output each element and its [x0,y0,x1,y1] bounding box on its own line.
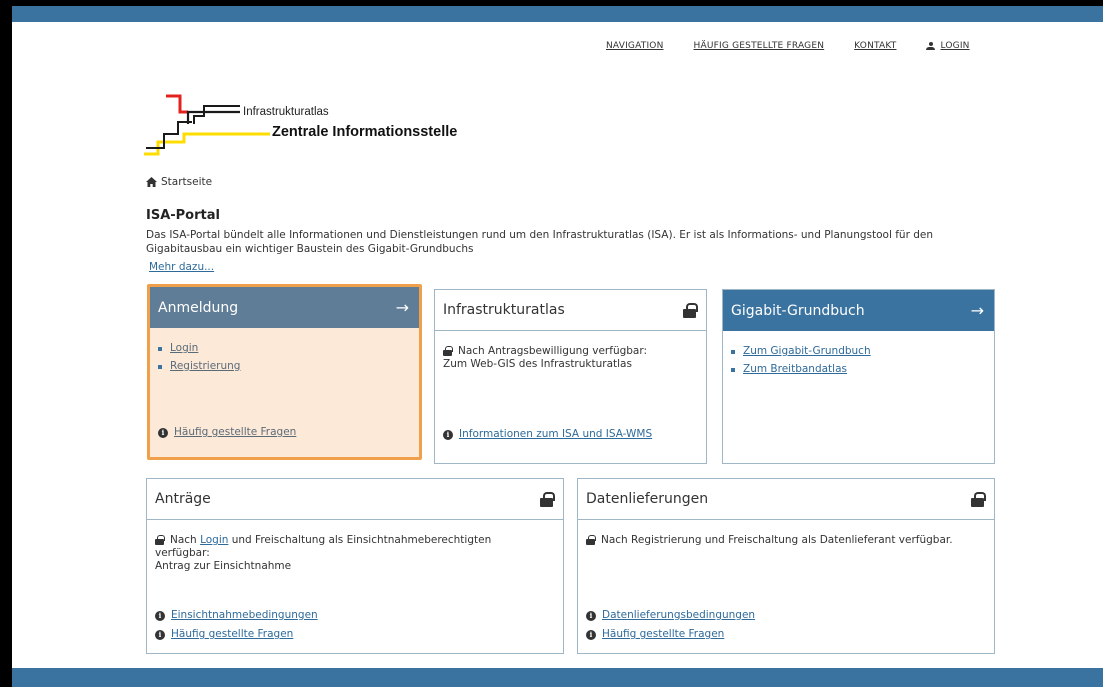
card-anmeldung[interactable]: Anmeldung → Login Registrierung i Häufig… [150,287,419,456]
info-icon: i [158,427,168,438]
list-item: Zum Gigabit-Grundbuch [731,345,986,358]
nav-contact-link[interactable]: KONTAKT [854,41,896,51]
daten-text-row: Nach Registrierung und Freischaltung als… [586,534,986,547]
bullet-icon [158,364,162,369]
card-antraege: Anträge Nach Login und Freischaltung als… [146,478,564,654]
antraege-text-line1: Nach Login und Freischaltung als Einsich… [155,534,555,547]
nav-navigation-link[interactable]: NAVIGATION [606,41,664,51]
card-isa-title: Infrastrukturatlas [443,302,565,318]
info-icon: i [586,629,596,640]
portal-description: Das ISA-Portal bündelt alle Informatione… [146,229,934,255]
daten-text: Nach Registrierung und Freischaltung als… [601,534,953,546]
card-daten-title: Datenlieferungen [586,491,709,507]
logo-subtitle: Infrastrukturatlas [243,106,329,118]
card-gigabit-grundbuch[interactable]: Gigabit-Grundbuch → Zum Gigabit-Grundbuc… [722,289,995,464]
anmeldung-links: Login Registrierung [158,342,411,373]
card-infrastrukturatlas: Infrastrukturatlas Nach Antragsbewilligu… [434,289,707,464]
nav-login-label: LOGIN [940,41,970,51]
card-gigabit-header[interactable]: Gigabit-Grundbuch → [723,290,994,331]
lock-icon [155,535,165,545]
isa-info-link[interactable]: Informationen zum ISA und ISA-WMS [459,428,652,441]
info-icon: i [155,629,165,640]
login-link[interactable]: Login [170,342,198,355]
list-item: Registrierung [158,360,411,373]
register-link[interactable]: Registrierung [170,360,240,373]
breitbandatlas-link[interactable]: Zum Breitbandatlas [743,363,847,376]
card-anmeldung-header[interactable]: Anmeldung → [150,287,419,328]
antraege-faq-link[interactable]: Häufig gestellte Fragen [171,628,293,641]
antraege-text-line2: verfügbar: [155,547,210,559]
portal-title: ISA-Portal [146,208,220,223]
lock-icon [971,491,986,507]
isa-availability-line2: Zum Web-GIS des Infrastrukturatlas [443,358,632,370]
user-icon [926,42,936,50]
einsichtnahme-conditions-link[interactable]: Einsichtnahmebedingungen [171,609,318,622]
card-antraege-header: Anträge [147,479,563,520]
site-logo[interactable]: Infrastrukturatlas Zentrale Informations… [144,94,474,156]
daten-conditions-row: i Datenlieferungsbedingungen [586,609,755,622]
nav-faq-link[interactable]: HÄUFIG GESTELLTE FRAGEN [694,41,825,51]
card-isa-header: Infrastrukturatlas [435,290,706,331]
card-antraege-body: Nach Login und Freischaltung als Einsich… [147,520,563,653]
antraege-faq-row: i Häufig gestellte Fragen [155,628,293,641]
info-icon: i [443,429,453,440]
daten-faq-row: i Häufig gestellte Fragen [586,628,724,641]
arrow-right-icon[interactable]: → [396,298,409,317]
more-link[interactable]: Mehr dazu... [149,261,214,273]
daten-faq-link[interactable]: Häufig gestellte Fragen [602,628,724,641]
lock-icon [683,302,698,318]
lock-icon [540,491,555,507]
info-icon: i [155,610,165,621]
page: NAVIGATION HÄUFIG GESTELLTE FRAGEN KONTA… [12,22,1103,668]
card-gigabit-body: Zum Gigabit-Grundbuch Zum Breitbandatlas [723,331,994,376]
card-antraege-title: Anträge [155,491,211,507]
bullet-icon [731,349,735,354]
datenlieferung-conditions-link[interactable]: Datenlieferungsbedingungen [602,609,755,622]
antraege-conditions-row: i Einsichtnahmebedingungen [155,609,318,622]
card-datenlieferungen: Datenlieferungen Nach Registrierung und … [577,478,995,654]
card-isa-body: Nach Antragsbewilligung verfügbar: Zum W… [435,331,706,463]
card-daten-body: Nach Registrierung und Freischaltung als… [578,520,994,653]
nav-login-link[interactable]: LOGIN [926,41,969,51]
top-bar [12,6,1103,22]
lock-icon [443,346,453,356]
card-anmeldung-title: Anmeldung [158,299,239,316]
bullet-icon [731,367,735,372]
list-item: Login [158,342,411,355]
card-gigabit-title: Gigabit-Grundbuch [731,302,865,319]
antraege-text-pre: Nach [170,534,201,546]
anmeldung-faq-row: i Häufig gestellte Fragen [158,426,296,439]
card-anmeldung-body: Login Registrierung i Häufig gestellte F… [150,328,419,456]
info-icon: i [586,610,596,621]
card-daten-header: Datenlieferungen [578,479,994,520]
antraege-login-link[interactable]: Login [200,534,228,546]
lock-icon [586,535,596,545]
gigabit-grundbuch-link[interactable]: Zum Gigabit-Grundbuch [743,345,871,358]
arrow-right-icon[interactable]: → [971,301,984,320]
bottom-bar [12,668,1103,687]
anmeldung-faq-link[interactable]: Häufig gestellte Fragen [174,426,296,439]
list-item: Zum Breitbandatlas [731,363,986,376]
antraege-text-line3: Antrag zur Einsichtnahme [155,560,292,572]
logo-title: Zentrale Informationsstelle [272,124,458,140]
isa-availability-text: Nach Antragsbewilligung verfügbar: [443,345,698,358]
home-icon[interactable] [146,177,157,187]
isa-availability-line1: Nach Antragsbewilligung verfügbar: [458,345,648,357]
top-navigation: NAVIGATION HÄUFIG GESTELLTE FRAGEN KONTA… [606,41,970,51]
breadcrumb-home[interactable]: Startseite [161,176,212,188]
gigabit-links: Zum Gigabit-Grundbuch Zum Breitbandatlas [731,345,986,376]
antraege-text-post: und Freischaltung als Einsichtnahmeberec… [228,534,492,546]
isa-info-row: i Informationen zum ISA und ISA-WMS [443,428,652,441]
breadcrumb: Startseite [146,176,212,188]
bullet-icon [158,346,162,351]
